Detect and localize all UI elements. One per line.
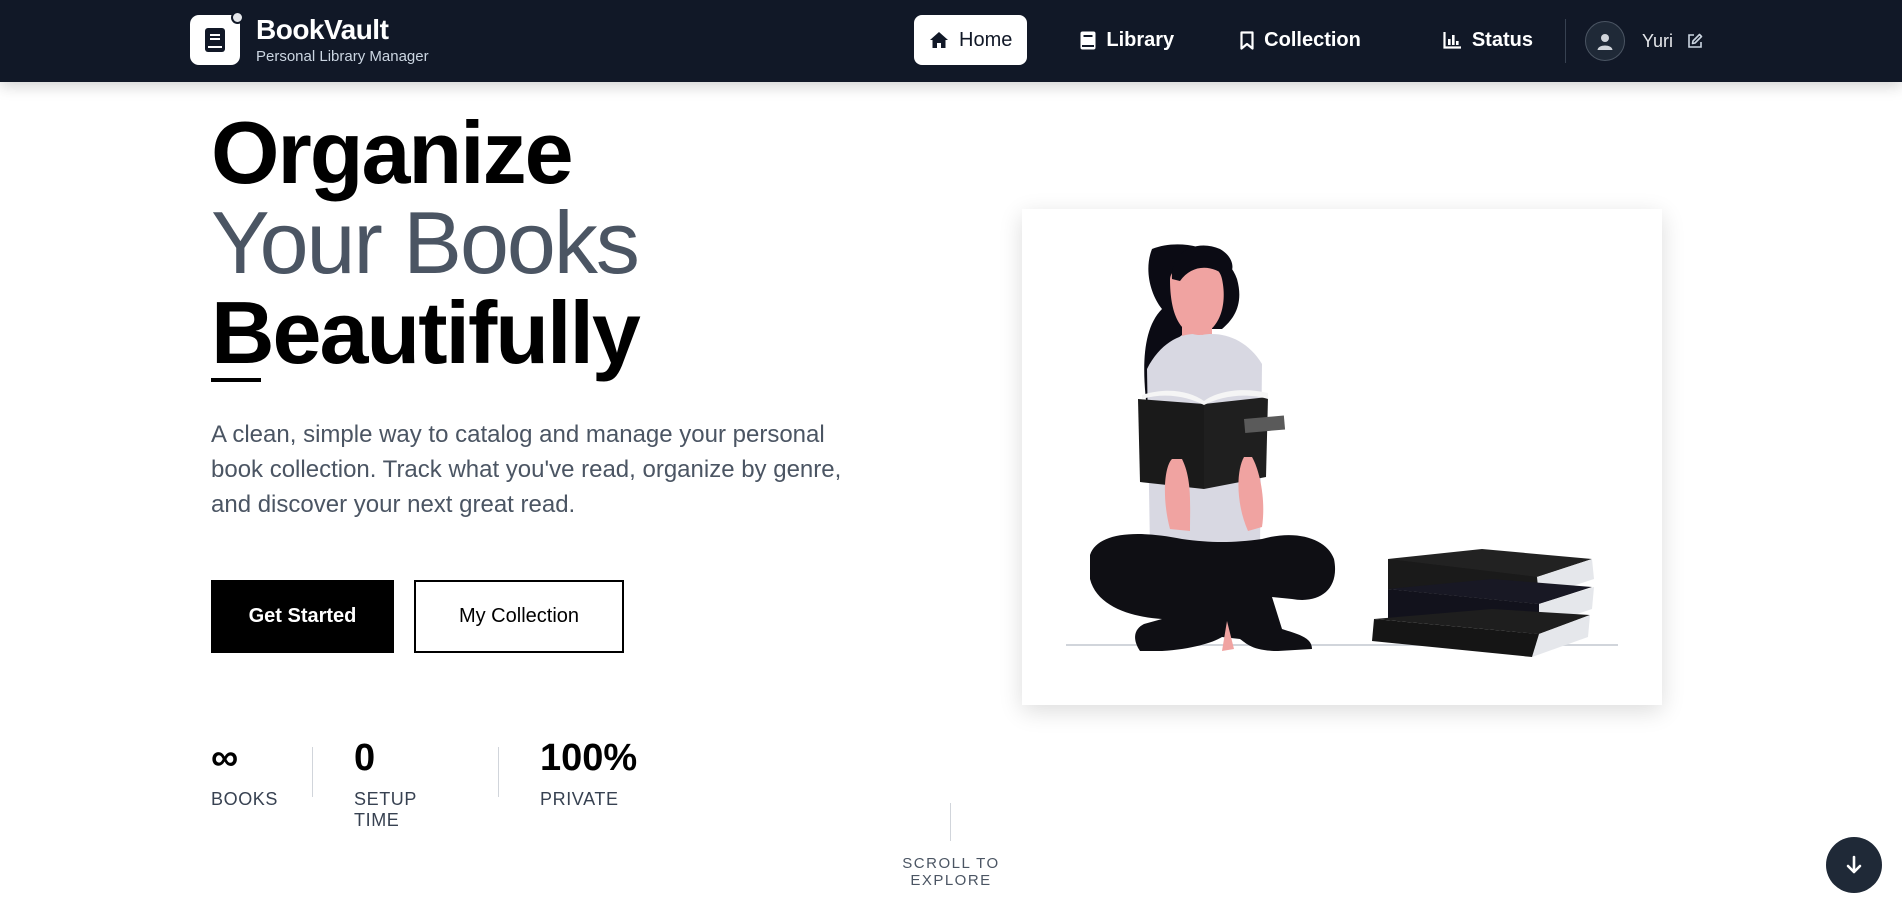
stat-divider	[498, 747, 499, 797]
stat-label: PRIVATE	[540, 789, 619, 809]
user-name: Yuri	[1642, 30, 1674, 51]
top-navbar: BookVault Personal Library Manager Home …	[0, 0, 1902, 82]
edit-icon[interactable]	[1687, 33, 1703, 49]
hero-illustration	[1022, 209, 1662, 705]
user-icon	[1585, 21, 1625, 61]
hero-line-beautifully: Beautifully	[211, 283, 641, 382]
nav-item-collection[interactable]: Collection	[1225, 15, 1376, 65]
stat-divider	[312, 747, 313, 797]
brand-name: BookVault	[256, 13, 389, 45]
stat-books: ∞ BOOKS	[211, 735, 278, 810]
stat-value: 100%	[540, 737, 638, 779]
logo-badge	[231, 11, 244, 24]
nav-item-library[interactable]: Library	[1065, 15, 1189, 65]
book-icon	[1080, 31, 1096, 49]
get-started-button[interactable]: Get Started	[211, 580, 394, 653]
stat-label: SETUP TIME	[354, 789, 417, 830]
stat-value: ∞	[211, 737, 239, 779]
nav-item-label: Status	[1471, 28, 1533, 51]
stat-setup-time: 0 SETUP TIME	[354, 735, 417, 831]
bookmark-icon	[1240, 30, 1254, 50]
nav-item-label: Collection	[1264, 28, 1361, 51]
hero-description: A clean, simple way to catalog and manag…	[211, 421, 842, 518]
book-icon	[190, 11, 244, 65]
hero-title: Organize Your Books Beautifully	[211, 103, 641, 382]
hero-line-organize: Organize	[211, 103, 574, 202]
stat-label: BOOKS	[211, 789, 279, 809]
stat-value: 0	[354, 737, 376, 779]
brand-subtitle: Personal Library Manager	[256, 47, 429, 65]
nav-item-status[interactable]: Status	[1428, 15, 1548, 65]
bar-chart-icon	[1443, 32, 1461, 49]
woman-reading-illustration	[1066, 244, 1618, 657]
nav-item-home[interactable]: Home	[914, 15, 1028, 65]
my-collection-button[interactable]: My Collection	[414, 580, 624, 653]
nav-divider	[1565, 19, 1566, 63]
arrow-down-icon	[1846, 855, 1862, 874]
user-menu[interactable]: Yuri	[1585, 20, 1703, 62]
hero-line-your-books: Your Books	[211, 193, 640, 292]
nav-item-label: Library	[1106, 28, 1175, 51]
nav-item-label: Home	[959, 28, 1013, 51]
home-icon	[930, 32, 948, 48]
stat-private: 100% PRIVATE	[540, 735, 637, 810]
brand[interactable]: BookVault Personal Library Manager	[190, 11, 429, 66]
title-underline	[211, 378, 261, 382]
scroll-to-explore-label: SCROLL TO EXPLORE	[902, 855, 1000, 889]
scroll-down-button[interactable]	[1826, 837, 1882, 893]
scroll-indicator-line	[950, 803, 951, 841]
main-nav: Home Library Collection Status	[914, 15, 1548, 65]
